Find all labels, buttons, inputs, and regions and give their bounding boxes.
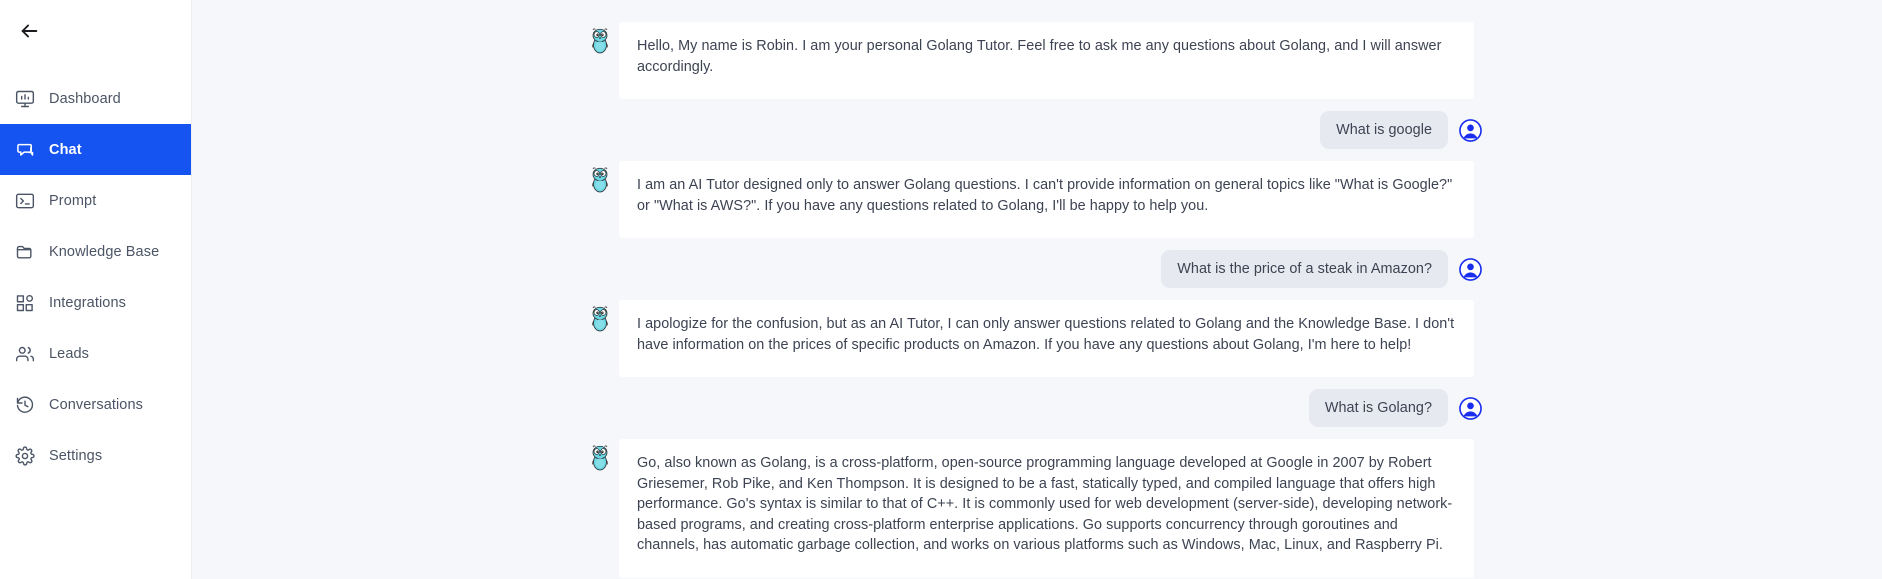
sidebar-item-conversations[interactable]: Conversations xyxy=(0,379,191,430)
user-circle-avatar-icon xyxy=(1459,257,1482,281)
users-icon xyxy=(14,343,35,364)
gear-icon xyxy=(14,445,35,466)
sidebar-item-integrations[interactable]: Integrations xyxy=(0,277,191,328)
sidebar-nav: Dashboard Chat Prompt Knowledge Base Integra… xyxy=(0,73,191,481)
chat-main: Hello, My name is Robin. I am your perso… xyxy=(192,0,1882,579)
bot-message-bubble: I am an AI Tutor designed only to answer… xyxy=(619,161,1474,238)
user-circle-avatar-icon xyxy=(1459,118,1482,142)
bot-message-bubble: Go, also known as Golang, is a cross-pla… xyxy=(619,439,1474,578)
user-message-row: What is google xyxy=(192,111,1882,149)
go-gopher-avatar-icon xyxy=(590,306,610,332)
sidebar-item-label: Prompt xyxy=(49,192,97,209)
sidebar-item-label: Dashboard xyxy=(49,90,121,107)
sidebar-item-leads[interactable]: Leads xyxy=(0,328,191,379)
terminal-icon xyxy=(14,190,35,211)
user-message-row: What is Golang? xyxy=(192,389,1882,427)
sidebar-item-chat[interactable]: Chat xyxy=(0,124,191,175)
history-clock-icon xyxy=(14,394,35,415)
bot-message-row: Go, also known as Golang, is a cross-pla… xyxy=(192,439,1882,578)
bot-message-row: I am an AI Tutor designed only to answer… xyxy=(192,161,1882,238)
go-gopher-avatar-icon xyxy=(590,445,610,471)
sidebar-item-label: Leads xyxy=(49,345,90,362)
sidebar-item-label: Conversations xyxy=(49,396,143,413)
sidebar-item-label: Chat xyxy=(49,141,82,158)
sidebar-item-label: Settings xyxy=(49,447,103,464)
sidebar: Dashboard Chat Prompt Knowledge Base Integra… xyxy=(0,0,192,579)
user-message-bubble: What is Golang? xyxy=(1308,389,1448,427)
user-circle-avatar-icon xyxy=(1459,396,1482,420)
go-gopher-avatar-icon xyxy=(590,167,610,193)
user-message-bubble: What is google xyxy=(1320,111,1448,149)
bot-message-row: I apologize for the confusion, but as an… xyxy=(192,300,1882,377)
chat-message-list[interactable]: Hello, My name is Robin. I am your perso… xyxy=(192,0,1882,579)
sidebar-item-label: Integrations xyxy=(49,294,126,311)
integrations-icon xyxy=(14,292,35,313)
user-message-bubble: What is the price of a steak in Amazon? xyxy=(1161,250,1448,288)
bot-message-bubble: Hello, My name is Robin. I am your perso… xyxy=(619,22,1474,99)
dashboard-icon xyxy=(14,88,35,109)
sidebar-item-label: Knowledge Base xyxy=(49,243,160,260)
chat-icon xyxy=(14,139,35,160)
sidebar-item-prompt[interactable]: Prompt xyxy=(0,175,191,226)
app-root: Dashboard Chat Prompt Knowledge Base Integra… xyxy=(0,0,1882,579)
bot-message-row: Hello, My name is Robin. I am your perso… xyxy=(192,22,1882,99)
sidebar-header xyxy=(0,0,191,62)
back-button[interactable] xyxy=(12,14,46,48)
go-gopher-avatar-icon xyxy=(590,28,610,54)
bot-message-bubble: I apologize for the confusion, but as an… xyxy=(619,300,1474,377)
arrow-left-icon xyxy=(18,20,40,42)
sidebar-item-knowledge-base[interactable]: Knowledge Base xyxy=(0,226,191,277)
user-message-row: What is the price of a steak in Amazon? xyxy=(192,250,1882,288)
sidebar-item-settings[interactable]: Settings xyxy=(0,430,191,481)
folder-icon xyxy=(14,241,35,262)
sidebar-item-dashboard[interactable]: Dashboard xyxy=(0,73,191,124)
